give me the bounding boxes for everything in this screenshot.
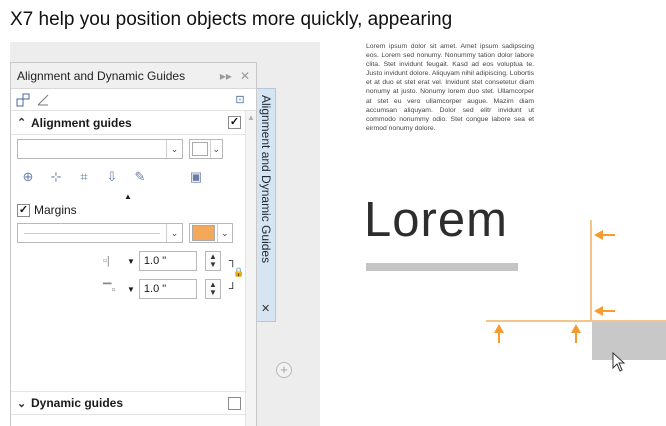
guide-color-dropdown[interactable]: ⌄: [189, 139, 223, 159]
horizontal-margin-icon: ▫|: [103, 255, 110, 267]
vertical-margin-input[interactable]: 1.0 ": [138, 279, 197, 299]
scroll-up-icon[interactable]: ▲: [246, 113, 256, 122]
docker-tab-row: ⊡: [11, 89, 256, 111]
margin-arrow-up-left-icon: [494, 324, 504, 343]
margin-color-dropdown[interactable]: ⌄: [189, 223, 233, 243]
docker-scrollbar[interactable]: ▲: [245, 111, 256, 426]
chevron-down-icon[interactable]: ⌄: [209, 140, 222, 158]
snap-mode-icon[interactable]: ⇩: [101, 167, 123, 187]
bracket-top: ┐: [228, 255, 237, 267]
line-style-dropdown[interactable]: ⌄: [17, 139, 183, 159]
margin-line-preview: [24, 232, 160, 234]
horizontal-margin-input[interactable]: 1.0 ": [138, 251, 197, 271]
chevron-down-icon[interactable]: ⌄: [166, 224, 182, 242]
alignment-style-row: ⌄ ⌄: [17, 139, 223, 159]
expand-arrow[interactable]: ▲: [124, 192, 132, 201]
moving-object[interactable]: [592, 322, 666, 360]
guide-color-swatch: [192, 142, 208, 156]
close-icon[interactable]: ✕: [240, 69, 250, 83]
collapse-icon[interactable]: ⌃: [17, 116, 31, 129]
margin-arrow-middle-icon: [594, 306, 615, 316]
docker-title-bar: Alignment and Dynamic Guides ▸▸ ✕: [11, 63, 256, 89]
chevron-down-icon[interactable]: ⌄: [166, 140, 182, 158]
dynamic-guides-label: Dynamic guides: [31, 396, 124, 410]
vertical-margin-guide: [590, 220, 592, 322]
vertical-margin-spinner[interactable]: ▲ ▼: [204, 279, 221, 299]
vertical-margin-row: ▔▫ ▼ 1.0 " ▲ ▼ ┘: [103, 279, 237, 299]
alignment-guides-label: Alignment guides: [31, 115, 132, 130]
horizontal-margin-row: ▫| ▼ 1.0 " ▲ ▼ ┐: [103, 251, 237, 271]
bracket-bottom: ┘: [228, 283, 237, 295]
alignment-mode-icons: ⊕ ⊹ ⌗ ⇩ ✎ ▣: [17, 167, 213, 187]
alignment-guides-header[interactable]: ⌃ Alignment guides ✓: [11, 111, 247, 135]
margin-arrow-top-icon: [594, 230, 615, 240]
page-mode-icon[interactable]: ▣: [185, 167, 207, 187]
edges-mode-icon[interactable]: ⊹: [45, 167, 67, 187]
vertical-margin-menu[interactable]: ▼: [127, 285, 135, 294]
mouse-cursor-icon: [612, 352, 626, 372]
docker-title: Alignment and Dynamic Guides: [17, 68, 186, 83]
dynamic-tab-icon[interactable]: [35, 92, 51, 108]
expand-icon[interactable]: ⌄: [17, 397, 31, 410]
vertical-tab-label: Alignment and Dynamic Guides: [259, 95, 273, 264]
center-mode-icon[interactable]: ⌗: [73, 167, 95, 187]
gray-rectangle[interactable]: [366, 263, 518, 271]
margins-style-row: ⌄ ⌄: [17, 223, 233, 243]
pen-mode-icon[interactable]: ✎: [129, 167, 151, 187]
margin-arrow-up-right-icon: [571, 324, 581, 343]
chevron-down-icon[interactable]: ⌄: [216, 224, 232, 242]
margins-row[interactable]: ✓ Margins: [17, 203, 77, 217]
heading-text[interactable]: Lorem: [364, 192, 508, 248]
margin-color-swatch: [192, 225, 215, 241]
vertical-docker-tab[interactable]: Alignment and Dynamic Guides ✕: [257, 88, 276, 322]
document-page[interactable]: Lorem ipsum dolor sit amet. Amet ipsum s…: [320, 42, 666, 426]
horizontal-margin-spinner[interactable]: ▲ ▼: [204, 251, 221, 271]
margins-checkbox[interactable]: ✓: [17, 203, 30, 217]
alignment-tab-icon[interactable]: [15, 92, 31, 108]
alignment-docker: Alignment and Dynamic Guides ▸▸ ✕ ⊡ ▲ ⌃ …: [10, 62, 257, 426]
dynamic-guides-header[interactable]: ⌄ Dynamic guides: [11, 391, 247, 415]
horizontal-margin-menu[interactable]: ▼: [127, 257, 135, 266]
dynamic-guides-checkbox[interactable]: [228, 396, 241, 410]
pin-icon[interactable]: ▸▸: [220, 69, 232, 83]
alignment-guides-checkbox[interactable]: ✓: [228, 116, 241, 129]
add-docker-icon[interactable]: +: [276, 362, 292, 378]
margin-line-dropdown[interactable]: ⌄: [17, 223, 183, 243]
margins-label: Margins: [34, 203, 77, 217]
lock-icon[interactable]: 🔒: [233, 267, 244, 278]
caption-text: X7 help you position objects more quickl…: [10, 9, 453, 30]
body-paragraph[interactable]: Lorem ipsum dolor sit amet. Amet ipsum s…: [366, 42, 534, 133]
vertical-margin-icon: ▔▫: [103, 283, 116, 296]
vertical-tab-close-icon[interactable]: ✕: [261, 302, 270, 315]
page-icon[interactable]: ⊡: [232, 92, 248, 108]
single-object-mode-icon[interactable]: ⊕: [17, 167, 39, 187]
